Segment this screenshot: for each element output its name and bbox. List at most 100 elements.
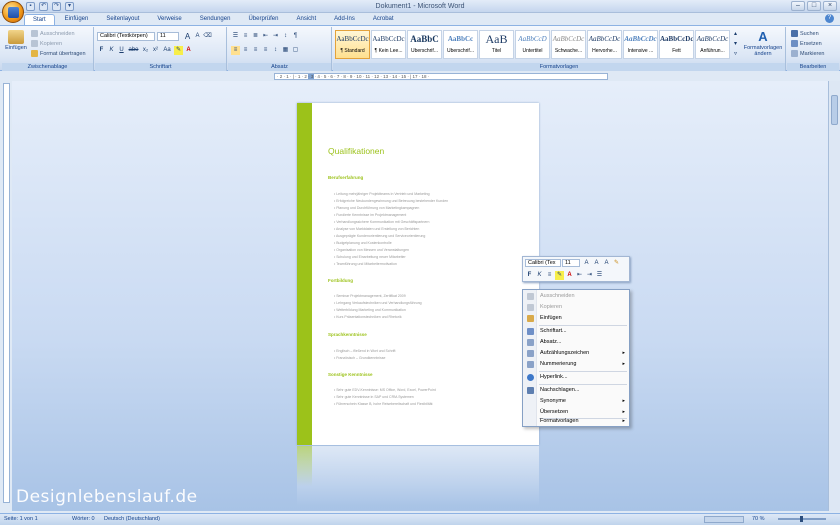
align-right-icon[interactable]: ≡ xyxy=(251,46,260,55)
style-titel[interactable]: AaB Titel xyxy=(479,30,514,59)
style-untertitel[interactable]: AaBbCcD Untertitel xyxy=(515,30,550,59)
style-fett[interactable]: AaBbCcDc Fett xyxy=(659,30,694,59)
font-color-icon[interactable]: A xyxy=(184,46,193,55)
zoom-slider-thumb[interactable] xyxy=(800,516,803,522)
tab-ueberpruefen[interactable]: Überprüfen xyxy=(240,14,286,25)
style-anfuehrungszeichen[interactable]: AaBbCcDc Anführun... xyxy=(695,30,730,59)
line-spacing-icon[interactable]: ↕ xyxy=(271,46,280,55)
tab-sendungen[interactable]: Sendungen xyxy=(192,14,239,25)
borders-icon[interactable]: ▢ xyxy=(291,46,300,55)
strikethrough-icon[interactable]: abe xyxy=(127,46,140,55)
bold-icon[interactable]: F xyxy=(525,271,534,280)
minimize-button[interactable]: – xyxy=(791,1,805,11)
font-name-combo[interactable]: Calibri (Textkörpen) xyxy=(97,32,155,41)
horizontal-ruler[interactable]: · 2 · 1 · | · 1 · 2 · 3 · 4 · 5 · 6 · 7 … xyxy=(274,73,608,80)
bold-icon[interactable]: F xyxy=(97,46,106,55)
center-icon[interactable]: ≡ xyxy=(545,271,554,280)
highlight-icon[interactable]: ✎ xyxy=(174,46,183,55)
subscript-icon[interactable]: x₂ xyxy=(141,46,150,55)
grow-font-icon[interactable]: A xyxy=(582,259,591,268)
grow-font-icon[interactable]: A xyxy=(183,32,192,41)
style-intensive-hervorhebung[interactable]: AaBbCcDc Intensive ... xyxy=(623,30,658,59)
highlight-icon[interactable]: ✎ xyxy=(555,271,564,280)
align-center-icon[interactable]: ≡ xyxy=(241,46,250,55)
italic-icon[interactable]: K xyxy=(535,271,544,280)
styles-down-icon[interactable]: ▾ xyxy=(732,40,739,49)
tab-einfuegen[interactable]: Einfügen xyxy=(57,14,97,25)
menu-item-hyperlink[interactable]: Hyperlink... xyxy=(524,372,629,383)
close-button[interactable]: × xyxy=(823,1,837,11)
change-styles-button[interactable]: A Formatvorlagen ändern xyxy=(742,30,784,58)
menu-item-paste[interactable]: Einfügen xyxy=(524,313,629,324)
font-color-icon[interactable]: A xyxy=(565,271,574,280)
zoom-slider[interactable] xyxy=(778,516,826,522)
style-standard[interactable]: AaBbCcDc ¶ Standard xyxy=(335,30,370,59)
vertical-scrollbar[interactable] xyxy=(828,81,840,511)
menu-item-synonyms[interactable]: Synonyme ▸ xyxy=(524,396,629,407)
sort-icon[interactable]: ↕ xyxy=(281,32,290,41)
menu-item-copy[interactable]: Kopieren xyxy=(524,302,629,313)
font-size-combo[interactable]: 11 xyxy=(157,32,179,41)
style-ueberschrift-2[interactable]: AaBbCc Überschrif... xyxy=(443,30,478,59)
bullets-icon[interactable]: ☰ xyxy=(595,271,604,280)
menu-item-bullets[interactable]: Aufzählungszeichen ▸ xyxy=(524,348,629,359)
format-painter-icon[interactable]: ✎ xyxy=(612,259,621,268)
justify-icon[interactable]: ≡ xyxy=(261,46,270,55)
menu-item-font[interactable]: Schriftart... xyxy=(524,326,629,337)
tab-start[interactable]: Start xyxy=(24,14,55,25)
increase-indent-icon[interactable]: ⇥ xyxy=(271,32,280,41)
shading-icon[interactable]: ▦ xyxy=(281,46,290,55)
vertical-ruler[interactable] xyxy=(3,83,10,503)
cut-button[interactable]: Ausschneiden xyxy=(31,30,75,37)
menu-item-styles[interactable]: Formatvorlagen ▸ xyxy=(524,416,629,427)
tab-seitenlayout[interactable]: Seitenlayout xyxy=(98,14,147,25)
style-ueberschrift-1[interactable]: AaBbC Überschrif... xyxy=(407,30,442,59)
status-zoom[interactable]: 70 % xyxy=(752,514,765,525)
numbering-icon[interactable]: ≡ xyxy=(241,32,250,41)
decrease-indent-icon[interactable]: ⇤ xyxy=(575,271,584,280)
status-words[interactable]: Wörter: 0 xyxy=(72,514,95,525)
pilcrow-icon[interactable]: ¶ xyxy=(291,32,300,41)
tab-acrobat[interactable]: Acrobat xyxy=(365,14,402,25)
replace-button[interactable]: Ersetzen xyxy=(791,40,822,47)
underline-icon[interactable]: U xyxy=(117,46,126,55)
format-painter-button[interactable]: Format übertragen xyxy=(31,50,86,57)
superscript-icon[interactable]: x² xyxy=(151,46,160,55)
copy-button[interactable]: Kopieren xyxy=(31,40,62,47)
menu-item-lookup[interactable]: Nachschlagen... xyxy=(524,385,629,396)
style-schwache-hervorhebung[interactable]: AaBbCcDc Schwache... xyxy=(551,30,586,59)
menu-item-cut[interactable]: Ausschneiden xyxy=(524,291,629,302)
find-button[interactable]: Suchen xyxy=(791,30,819,37)
document-page[interactable]: Qualifikationen Berufserfahrung • Leitun… xyxy=(297,103,539,445)
select-button[interactable]: Markieren xyxy=(791,50,824,57)
status-language[interactable]: Deutsch (Deutschland) xyxy=(104,514,160,525)
style-kein-leerraum[interactable]: AaBbCcDc ¶ Kein Lee... xyxy=(371,30,406,59)
clear-format-icon[interactable]: ⌫ xyxy=(203,32,212,41)
increase-indent-icon[interactable]: ⇥ xyxy=(585,271,594,280)
tab-ansicht[interactable]: Ansicht xyxy=(288,14,324,25)
shrink-font-icon[interactable]: A xyxy=(592,259,601,268)
tab-add-ins[interactable]: Add-Ins xyxy=(326,14,363,25)
bullets-icon[interactable]: ☰ xyxy=(231,32,240,41)
menu-item-numbering[interactable]: Nummerierung ▸ xyxy=(524,359,629,370)
office-button[interactable] xyxy=(2,1,24,23)
scrollbar-thumb[interactable] xyxy=(831,95,838,125)
help-icon[interactable]: ? xyxy=(825,14,834,23)
align-left-icon[interactable]: ≡ xyxy=(231,46,240,55)
status-page[interactable]: Seite: 1 von 1 xyxy=(4,514,38,525)
styles-up-icon[interactable]: ▴ xyxy=(732,30,739,39)
styles-more-icon[interactable]: ▿ xyxy=(732,50,739,59)
tab-verweise[interactable]: Verweise xyxy=(149,14,189,25)
shrink-font-icon[interactable]: A xyxy=(193,32,202,41)
styles-icon[interactable]: A xyxy=(602,259,611,268)
italic-icon[interactable]: K xyxy=(107,46,116,55)
change-case-icon[interactable]: Aa xyxy=(161,46,173,55)
style-hervorhebung[interactable]: AaBbCcDc Hervorhe... xyxy=(587,30,622,59)
mini-font-combo[interactable]: Calibri (Tex xyxy=(525,259,561,267)
view-buttons[interactable] xyxy=(704,516,744,523)
multilevel-list-icon[interactable]: ≣ xyxy=(251,32,260,41)
maximize-button[interactable]: □ xyxy=(807,1,821,11)
decrease-indent-icon[interactable]: ⇤ xyxy=(261,32,270,41)
mini-size-combo[interactable]: 11 xyxy=(562,259,580,267)
menu-item-paragraph[interactable]: Absatz... xyxy=(524,337,629,348)
